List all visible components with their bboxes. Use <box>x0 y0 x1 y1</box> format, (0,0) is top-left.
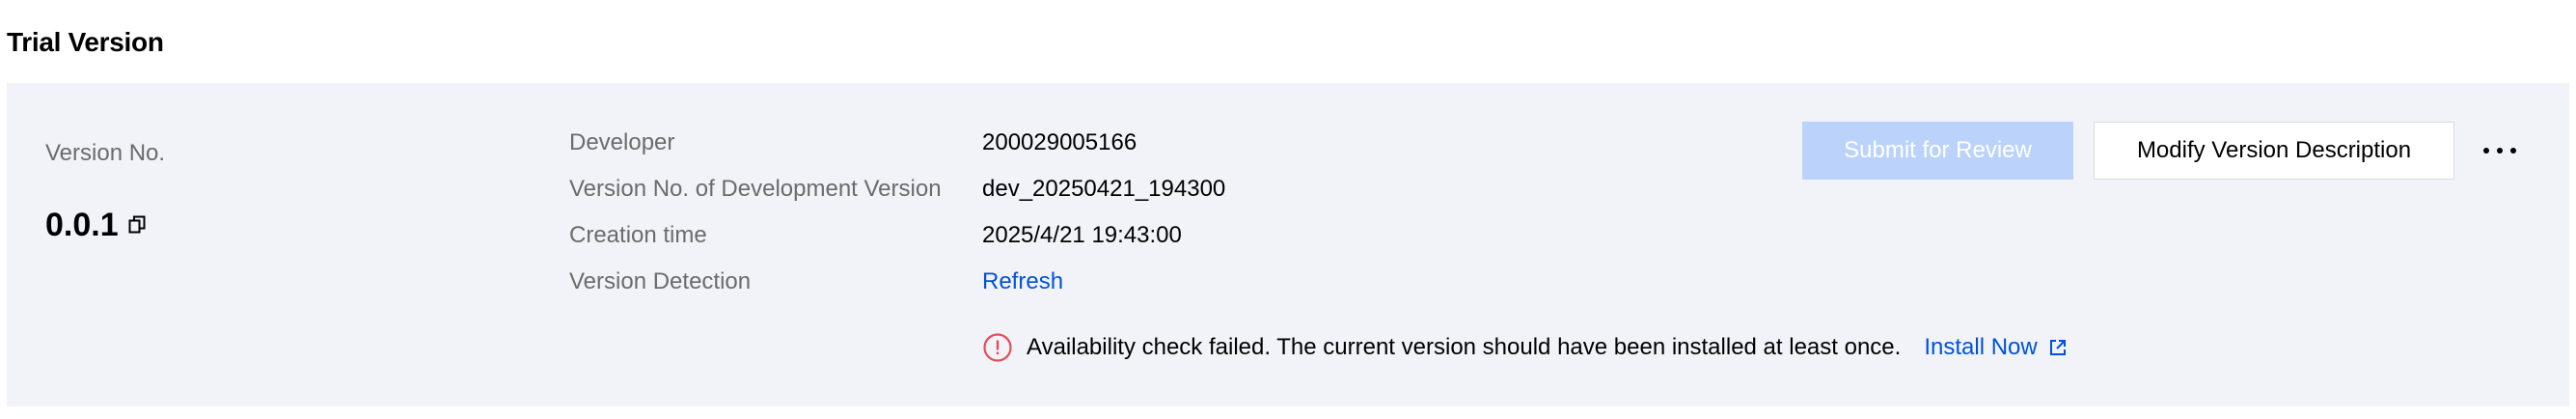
alert-message: Availability check failed. The current v… <box>1027 334 1902 360</box>
more-horizontal-icon <box>2483 148 2516 154</box>
creation-time-label: Creation time <box>569 222 707 248</box>
trial-version-card: Version No. 0.0.1 Developer 200029005166… <box>7 83 2569 406</box>
install-now-link[interactable]: Install Now <box>1924 334 2066 361</box>
more-actions-button[interactable] <box>2477 133 2523 168</box>
detail-row-developer: Developer 200029005166 <box>569 127 1137 158</box>
dev-version-label: Version No. of Development Version <box>569 176 942 202</box>
version-label: Version No. <box>45 140 166 166</box>
version-value: 0.0.1 <box>45 207 119 243</box>
section-title: Trial Version <box>7 27 164 57</box>
developer-value: 200029005166 <box>982 129 1137 155</box>
detail-row-creation-time: Creation time 2025/4/21 19:43:00 <box>569 220 1182 251</box>
copy-icon[interactable] <box>128 215 146 235</box>
refresh-link[interactable]: Refresh <box>982 266 1063 297</box>
modify-version-description-button[interactable]: Modify Version Description <box>2094 122 2454 180</box>
version-detection-label: Version Detection <box>569 268 752 294</box>
detail-row-dev-version: Version No. of Development Version dev_2… <box>569 174 1225 205</box>
availability-alert: Availability check failed. The current v… <box>982 330 2067 365</box>
submit-for-review-button[interactable]: Submit for Review <box>1802 122 2073 180</box>
version-number: 0.0.1 <box>45 206 146 244</box>
external-link-icon <box>2049 340 2066 355</box>
install-now-label: Install Now <box>1924 334 2038 360</box>
creation-time-value: 2025/4/21 19:43:00 <box>982 222 1182 248</box>
developer-label: Developer <box>569 129 675 155</box>
error-circle-icon <box>983 333 1012 362</box>
detail-row-version-detection: Version Detection Refresh <box>569 266 1063 297</box>
dev-version-value: dev_20250421_194300 <box>982 176 1226 202</box>
